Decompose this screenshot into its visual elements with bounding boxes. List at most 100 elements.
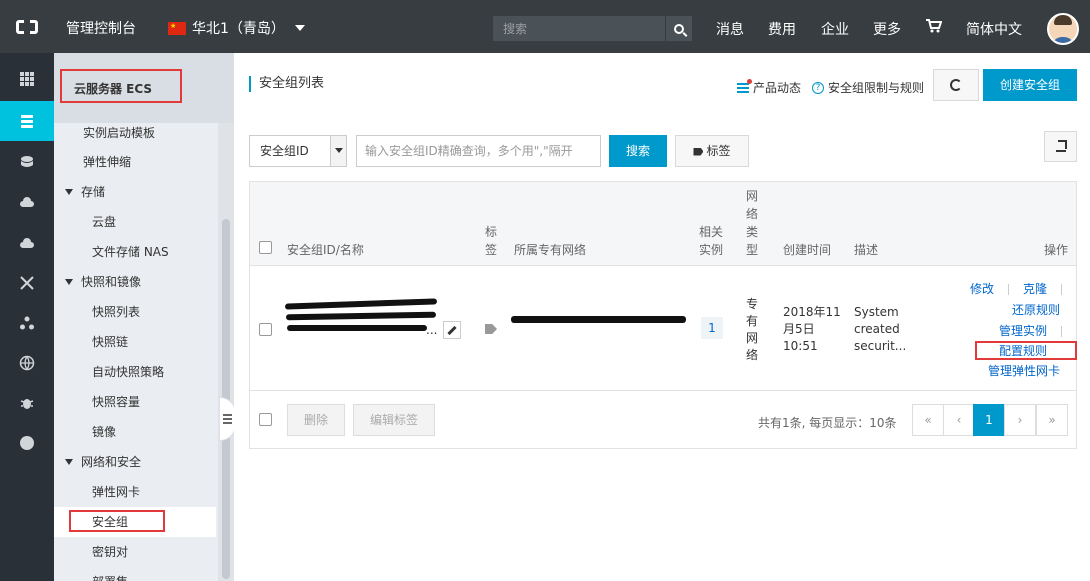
- product-sidebar: 云服务器 ECS 实例启动模板 弹性伸缩 存储 云盘 文件存储 NAS 快照和镜…: [54, 53, 234, 581]
- sidebar-item-security-groups[interactable]: 安全组: [54, 507, 216, 537]
- manage-eni-link[interactable]: 管理弹性网卡: [988, 363, 1060, 379]
- sidebar-item-images[interactable]: 镜像: [54, 417, 216, 447]
- filter-query-input[interactable]: [356, 135, 601, 167]
- restore-rules-link[interactable]: 还原规则: [1012, 302, 1060, 318]
- row-checkbox[interactable]: [259, 323, 272, 336]
- sidebar-header: 云服务器 ECS: [54, 53, 234, 123]
- sidebar-item-deployment-sets[interactable]: 部署集: [54, 567, 216, 581]
- product-news-link[interactable]: 产品动态: [737, 78, 802, 96]
- global-search-input[interactable]: [493, 16, 665, 41]
- page-first-button[interactable]: «: [912, 404, 944, 436]
- aliyun-logo[interactable]: [0, 0, 54, 53]
- sidebar-item-snapshot-list[interactable]: 快照列表: [54, 297, 216, 327]
- rail-domain[interactable]: [0, 343, 54, 383]
- product-icon-rail: [0, 53, 54, 581]
- modify-link[interactable]: 修改: [970, 281, 994, 297]
- instance-count-link[interactable]: 1: [701, 317, 723, 339]
- sidebar-item-autoscaling[interactable]: 弹性伸缩: [54, 147, 216, 177]
- region-selector[interactable]: 华北1（青岛）: [168, 18, 305, 38]
- nav-messages[interactable]: 消息: [716, 19, 744, 39]
- created-line1: 2018年11: [783, 305, 841, 319]
- page-next-button[interactable]: ›: [1004, 404, 1036, 436]
- highlight-box: [975, 341, 1077, 360]
- table-header: 安全组ID/名称 标签 所属专有网络 相关实例 网络类型 创建时间 描述 操作: [250, 182, 1076, 266]
- sidebar-group-label: 快照和镜像: [81, 275, 142, 289]
- sidebar-item-snapshot-chain[interactable]: 快照链: [54, 327, 216, 357]
- filter-search-button[interactable]: 搜索: [609, 135, 667, 167]
- edit-tags-button[interactable]: 编辑标签: [353, 404, 435, 436]
- sidebar-item-snapshot-capacity[interactable]: 快照容量: [54, 387, 216, 417]
- language-switch[interactable]: 简体中文: [966, 19, 1022, 39]
- header-instances: 相关实例: [699, 225, 724, 257]
- rail-database[interactable]: [0, 143, 54, 183]
- top-bar: 管理控制台 华北1（青岛） 消息 费用 企业 更多 简体中文: [0, 0, 1090, 53]
- page-1-button[interactable]: 1: [973, 404, 1005, 436]
- chevron-down-icon: [330, 136, 346, 166]
- export-button[interactable]: [1044, 131, 1077, 162]
- sidebar-item-launch-template[interactable]: 实例启动模板: [54, 118, 216, 148]
- redacted-id: [285, 311, 437, 321]
- search-button[interactable]: [665, 16, 692, 41]
- china-flag-icon: [168, 21, 186, 35]
- page-prev-button[interactable]: ‹: [943, 404, 975, 436]
- refresh-button[interactable]: [933, 69, 979, 101]
- description-line2: created: [854, 322, 900, 336]
- cart-icon[interactable]: [926, 19, 942, 33]
- action-separator: [1008, 284, 1009, 295]
- sidebar-item-nas[interactable]: 文件存储 NAS: [54, 237, 216, 267]
- rail-all-products[interactable]: [0, 59, 54, 99]
- sidebar-item-keypairs[interactable]: 密钥对: [54, 537, 216, 567]
- product-news-label: 产品动态: [753, 81, 802, 95]
- tag-icon[interactable]: [485, 324, 497, 334]
- highlight-box: [69, 510, 165, 532]
- rail-network[interactable]: [0, 263, 54, 303]
- select-all-checkbox[interactable]: [259, 241, 272, 254]
- rail-ecs[interactable]: [0, 101, 54, 141]
- bug-icon: [20, 399, 34, 409]
- rail-more[interactable]: [0, 423, 54, 463]
- table-footer: 删除 编辑标签 共有1条, 每页显示：10条 « ‹ 1 › »: [250, 392, 1076, 448]
- create-security-group-button[interactable]: 创建安全组: [983, 69, 1077, 101]
- page-title: 安全组列表: [249, 76, 324, 92]
- rail-cloud[interactable]: [0, 183, 54, 223]
- header-id-name: 安全组ID/名称: [287, 243, 364, 257]
- sidebar-scrollbar[interactable]: [218, 123, 234, 581]
- rail-cluster[interactable]: [0, 303, 54, 343]
- filter-field-select[interactable]: 安全组ID: [249, 135, 347, 167]
- sidebar-group-network-security[interactable]: 网络和安全: [54, 447, 216, 477]
- edit-name-button[interactable]: [443, 321, 461, 339]
- sidebar-title[interactable]: 云服务器 ECS: [60, 69, 182, 103]
- delete-button[interactable]: 删除: [287, 404, 345, 436]
- nav-billing[interactable]: 费用: [768, 19, 796, 39]
- page-last-button[interactable]: »: [1036, 404, 1068, 436]
- cloud-icon: [20, 197, 34, 207]
- search-icon: [674, 23, 684, 34]
- nav-enterprise[interactable]: 企业: [821, 19, 849, 39]
- description-line3: securit...: [854, 339, 907, 353]
- nav-more[interactable]: 更多: [873, 19, 901, 39]
- console-title[interactable]: 管理控制台: [66, 18, 136, 38]
- rail-cdn[interactable]: [0, 223, 54, 263]
- header-network-type: 网络类型: [746, 189, 759, 257]
- limits-link[interactable]: ? 安全组限制与规则: [812, 79, 924, 96]
- sidebar-group-storage[interactable]: 存储: [54, 177, 216, 207]
- circle-icon: [20, 436, 34, 450]
- cloud-upload-icon: [20, 238, 34, 248]
- redacted-name: [287, 325, 427, 331]
- rail-security[interactable]: [0, 383, 54, 423]
- sidebar-group-snapshots[interactable]: 快照和镜像: [54, 267, 216, 297]
- clone-link[interactable]: 克隆: [1023, 281, 1047, 297]
- tag-filter-button[interactable]: 标签: [675, 135, 749, 167]
- collapse-triangle-icon: [65, 189, 73, 195]
- sidebar-item-eni[interactable]: 弹性网卡: [54, 477, 216, 507]
- sidebar-item-disks[interactable]: 云盘: [54, 207, 216, 237]
- footer-select-all-checkbox[interactable]: [259, 413, 272, 426]
- limits-label: 安全组限制与规则: [828, 81, 925, 95]
- manage-instances-link[interactable]: 管理实例: [999, 323, 1047, 339]
- user-avatar[interactable]: [1047, 13, 1079, 45]
- redacted-vpc: [511, 316, 686, 323]
- sidebar-item-auto-snapshot[interactable]: 自动快照策略: [54, 357, 216, 387]
- security-group-table: 安全组ID/名称 标签 所属专有网络 相关实例 网络类型 创建时间 描述 操作 …: [249, 181, 1077, 449]
- table-row: ... 1 专有网络 2018年11 月5日 10:51 System crea…: [250, 267, 1077, 391]
- tag-button-label: 标签: [706, 144, 731, 158]
